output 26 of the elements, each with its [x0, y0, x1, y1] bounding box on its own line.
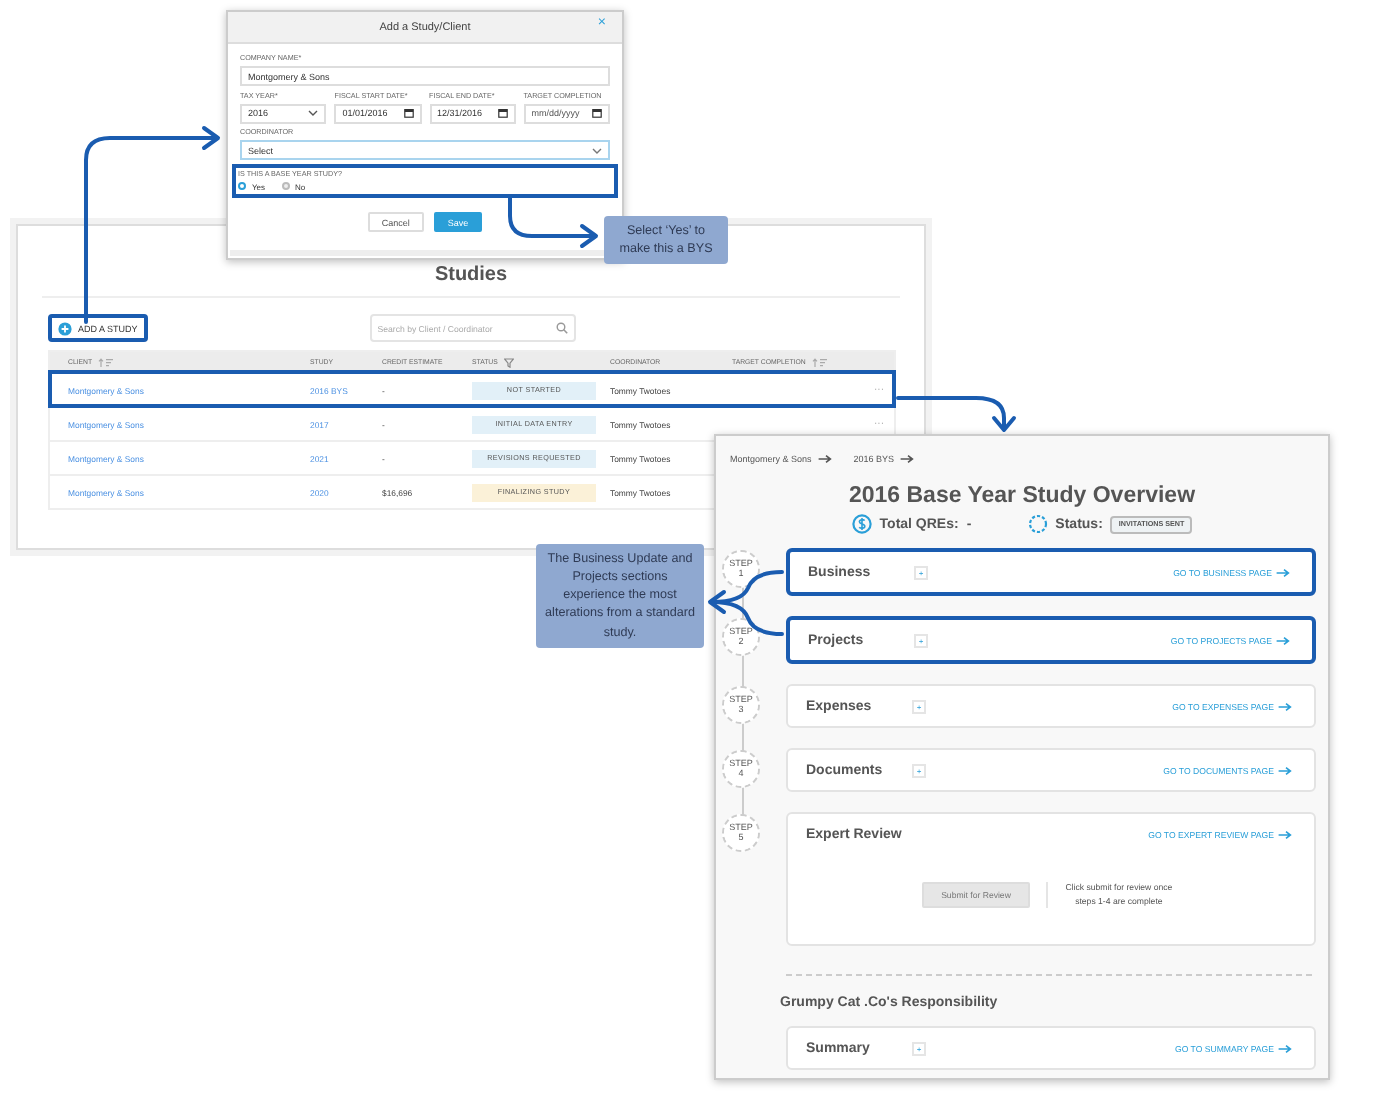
arrow-right-icon: [817, 453, 832, 463]
arrow-right-icon: [1278, 829, 1292, 839]
arrow-right-icon: [1278, 1043, 1292, 1053]
filter-icon[interactable]: [503, 357, 514, 367]
calendar-icon: [403, 108, 413, 118]
arrow-right-icon: [1278, 701, 1292, 711]
radio-button[interactable]: [281, 182, 290, 190]
chevron-down-icon: [592, 147, 602, 153]
chevron-down-icon: [308, 110, 319, 116]
sort-icon[interactable]: [811, 357, 828, 367]
callout-arrow: [508, 194, 598, 248]
calendar-icon: [497, 108, 508, 118]
plus-circle-icon: [58, 321, 72, 335]
arrow-right-icon: [1278, 765, 1292, 775]
progress-ring-icon: [1027, 514, 1048, 534]
dollar-icon: [851, 514, 872, 534]
calendar-icon: [592, 108, 602, 118]
arrow-right-icon: [1276, 567, 1290, 577]
page-title: 2016 Base Year Study Overview: [846, 484, 1198, 508]
page-title: Studies: [432, 264, 510, 288]
arrow-right-icon: [900, 453, 915, 463]
sort-icon[interactable]: [98, 357, 115, 367]
callout-arrow: [896, 396, 1016, 432]
arrow-right-icon: [1276, 635, 1290, 645]
radio-button[interactable]: [238, 182, 246, 190]
search-icon: [555, 322, 568, 334]
